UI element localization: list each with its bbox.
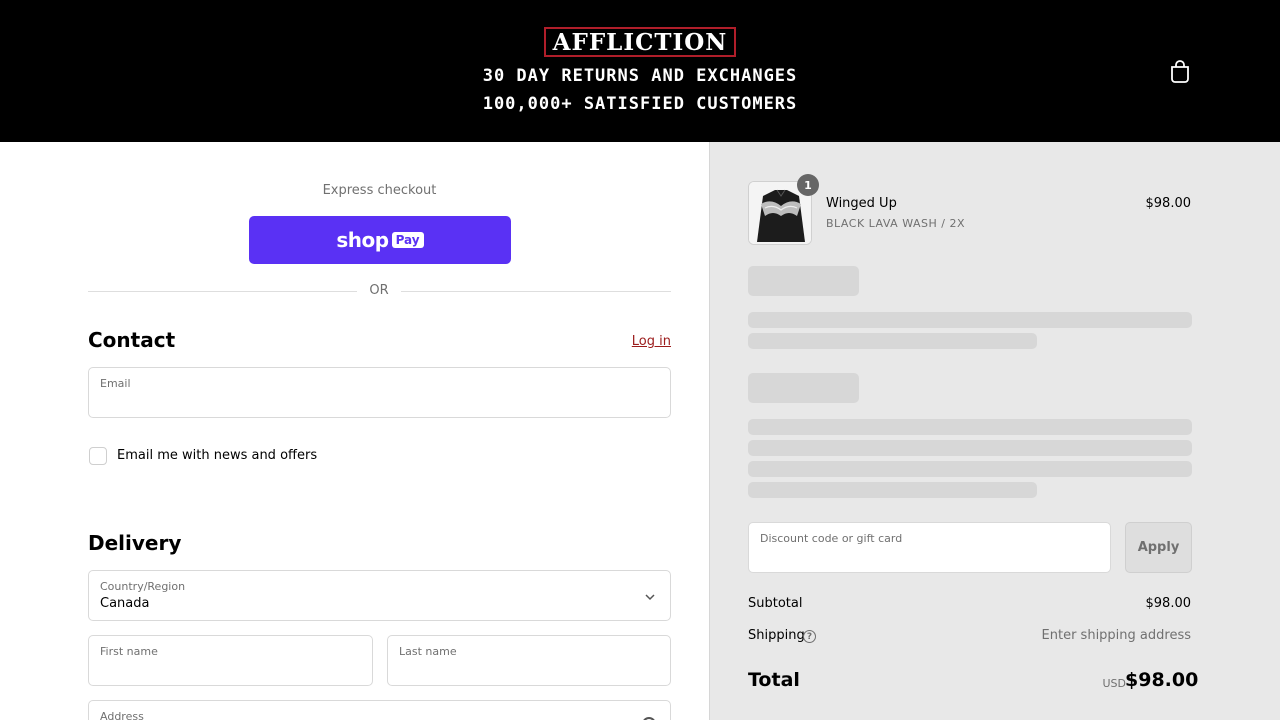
chevron-down-icon bbox=[645, 594, 655, 601]
total-value: $98.00 bbox=[1125, 669, 1199, 691]
country-region-value: Canada bbox=[100, 596, 150, 611]
total-currency: USD bbox=[1102, 677, 1126, 690]
address-label: Address bbox=[100, 710, 144, 720]
address-field[interactable]: Address bbox=[88, 700, 671, 720]
discount-code-field[interactable]: Discount code or gift card bbox=[748, 522, 1111, 573]
loading-placeholder bbox=[748, 373, 859, 403]
total-label: Total bbox=[748, 669, 800, 691]
email-field-label: Email bbox=[100, 377, 131, 390]
subtotal-label: Subtotal bbox=[748, 596, 803, 611]
delivery-heading: Delivery bbox=[88, 531, 182, 555]
brand-logo-text: AFFLICTION bbox=[552, 28, 728, 56]
country-region-select[interactable]: Country/Region Canada bbox=[88, 570, 671, 621]
shop-pay-button[interactable]: shop Pay bbox=[249, 216, 511, 264]
loading-placeholder bbox=[748, 419, 1192, 435]
divider-left bbox=[88, 291, 357, 292]
divider-right bbox=[401, 291, 671, 292]
last-name-label: Last name bbox=[399, 645, 457, 658]
shipping-value: Enter shipping address bbox=[1041, 628, 1191, 643]
site-header: AFFLICTION 30 DAY RETURNS AND EXCHANGES … bbox=[0, 0, 1280, 142]
discount-code-label: Discount code or gift card bbox=[760, 532, 903, 545]
express-checkout-label: Express checkout bbox=[322, 183, 437, 198]
shopping-bag-icon[interactable] bbox=[1169, 59, 1191, 83]
loading-placeholder bbox=[748, 312, 1192, 328]
product-variant: BLACK LAVA WASH / 2X bbox=[826, 217, 965, 230]
loading-placeholder bbox=[748, 461, 1192, 477]
country-region-label: Country/Region bbox=[100, 580, 186, 593]
newsletter-checkbox[interactable] bbox=[89, 447, 107, 465]
first-name-label: First name bbox=[100, 645, 158, 658]
email-field[interactable]: Email bbox=[88, 367, 671, 418]
loading-placeholder bbox=[748, 482, 1037, 498]
newsletter-checkbox-label: Email me with news and offers bbox=[117, 448, 318, 463]
last-name-field[interactable]: Last name bbox=[387, 635, 671, 686]
quantity-badge: 1 bbox=[797, 174, 819, 196]
login-link[interactable]: Log in bbox=[600, 334, 671, 349]
subtotal-value: $98.00 bbox=[1145, 596, 1192, 611]
tagline-returns: 30 DAY RETURNS AND EXCHANGES bbox=[482, 66, 798, 86]
tagline-customers: 100,000+ SATISFIED CUSTOMERS bbox=[482, 94, 798, 114]
product-name: Winged Up bbox=[826, 196, 897, 211]
brand-logo[interactable]: AFFLICTION bbox=[544, 27, 736, 57]
apply-discount-button[interactable]: Apply bbox=[1125, 522, 1192, 573]
shop-pay-pay-badge: Pay bbox=[391, 232, 424, 248]
product-price: $98.00 bbox=[1145, 196, 1192, 211]
shop-pay-wordmark: shop bbox=[336, 228, 389, 252]
first-name-field[interactable]: First name bbox=[88, 635, 373, 686]
loading-placeholder bbox=[748, 266, 859, 296]
shipping-label: Shipping bbox=[748, 628, 805, 643]
contact-heading: Contact bbox=[88, 328, 176, 352]
loading-placeholder bbox=[748, 440, 1192, 456]
help-icon[interactable]: ? bbox=[803, 630, 816, 643]
loading-placeholder bbox=[748, 333, 1037, 349]
or-divider-text: OR bbox=[369, 283, 389, 298]
